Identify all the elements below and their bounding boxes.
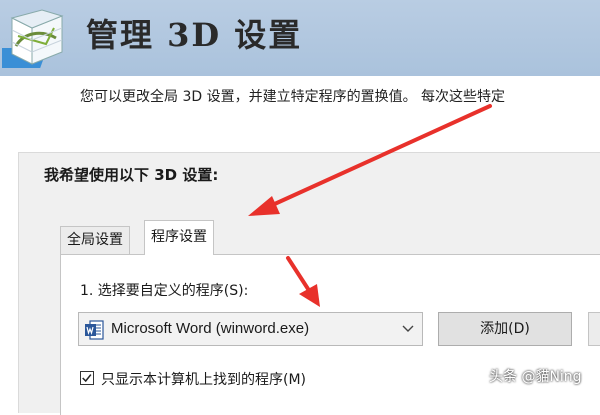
header-bar: 管理 3D 设置 — [0, 0, 600, 76]
watermark: 头条 @貓Ning — [489, 369, 582, 385]
tab-global-settings[interactable]: 全局设置 — [60, 226, 130, 254]
settings-heading: 我希望使用以下 3D 设置: — [44, 166, 219, 184]
remove-button[interactable] — [588, 312, 600, 346]
show-only-found-checkbox[interactable] — [80, 371, 94, 385]
page-title: 管理 3D 设置 — [86, 16, 303, 54]
program-select-dropdown[interactable]: Microsoft Word (winword.exe) — [78, 312, 423, 346]
checkmark-icon — [82, 374, 92, 383]
program-select-value: Microsoft Word (winword.exe) — [111, 320, 310, 337]
show-only-found-label: 只显示本计算机上找到的程序(M) — [101, 372, 307, 388]
page-description: 您可以更改全局 3D 设置，并建立特定程序的置换值。 每次这些特定 — [80, 89, 506, 105]
word-icon — [85, 320, 104, 340]
tab-program-settings[interactable]: 程序设置 — [144, 220, 214, 255]
select-program-label: 1. 选择要自定义的程序(S): — [80, 283, 249, 299]
3d-settings-logo-icon — [2, 9, 64, 68]
add-button[interactable]: 添加(D) — [438, 312, 572, 346]
chevron-down-icon — [402, 325, 414, 332]
